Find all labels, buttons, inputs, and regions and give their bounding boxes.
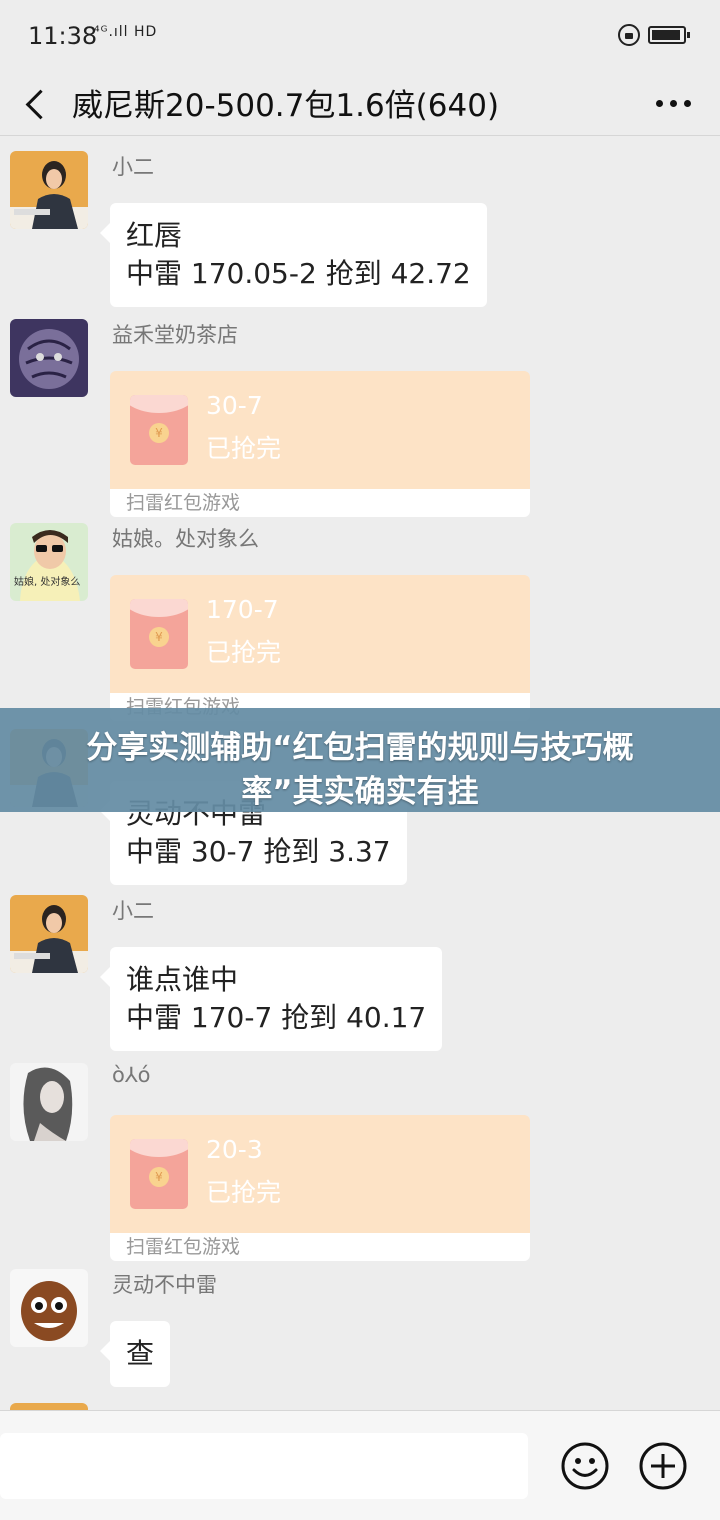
red-packet-amount: 30-7 <box>206 391 263 420</box>
sender-name: 姑娘。处对象么 <box>112 527 259 551</box>
avatar[interactable] <box>10 1403 88 1410</box>
headline-line: 率”其实确实有挂 <box>241 774 479 810</box>
red-packet-footer: 扫雷红包游戏 <box>110 1233 530 1261</box>
message-bubble[interactable]: 查 <box>99 1321 171 1387</box>
status-right <box>618 22 692 52</box>
avatar[interactable] <box>10 1269 88 1347</box>
more-icon[interactable] <box>654 82 694 122</box>
lock-rotation-icon <box>618 24 640 46</box>
sender-name: ò⅄ó <box>112 1063 151 1087</box>
status-time: 11:38 <box>28 22 98 50</box>
chat-title: 威尼斯20-500.7包1.6倍(640) <box>72 88 500 124</box>
yuan-coin-icon: ¥ <box>149 627 169 647</box>
sender-name: 小二 <box>112 899 154 923</box>
status-bar: 11:38 ⁴ᴳ.ıll HD <box>0 0 720 70</box>
back-arrow-icon[interactable] <box>20 80 60 126</box>
input-bar <box>0 1410 720 1520</box>
headline-line: 分享实测辅助“红包扫雷的规则与技巧概 <box>86 730 634 766</box>
red-packet-body: ¥ 170-7 已抢完 <box>110 575 530 693</box>
message-text: 查 <box>126 1337 155 1370</box>
avatar[interactable] <box>10 1063 88 1141</box>
red-packet-status: 已抢完 <box>206 1178 282 1207</box>
avatar[interactable] <box>10 319 88 397</box>
avatar[interactable]: 姑娘, 处对象么 <box>10 523 88 601</box>
red-packet-body: ¥ 20-3 已抢完 <box>110 1115 530 1233</box>
yuan-coin-icon: ¥ <box>149 1167 169 1187</box>
emoji-icon[interactable] <box>560 1441 610 1491</box>
sender-name: 小二 <box>112 155 154 179</box>
plus-icon[interactable] <box>638 1441 688 1491</box>
red-packet-card[interactable]: ¥ 20-3 已抢完 扫雷红包游戏 <box>110 1115 530 1261</box>
red-packet-icon: ¥ <box>130 395 188 465</box>
sender-name: 灵动不中雷 <box>112 1273 217 1297</box>
red-packet-amount: 170-7 <box>206 595 279 624</box>
message-bubble[interactable]: 红唇 中雷 170.05-2 抢到 42.72 <box>100 203 487 307</box>
avatar-caption: 姑娘, 处对象么 <box>14 575 80 588</box>
red-packet-status: 已抢完 <box>206 434 282 463</box>
red-packet-card[interactable]: ¥ 30-7 已抢完 扫雷红包游戏 <box>110 371 530 517</box>
message-text: 中雷 170.05-2 抢到 42.72 <box>126 257 471 290</box>
chat-header: 威尼斯20-500.7包1.6倍(640) <box>0 70 720 136</box>
red-packet-amount: 20-3 <box>206 1135 263 1164</box>
red-packet-status: 已抢完 <box>206 638 282 667</box>
yuan-coin-icon: ¥ <box>149 423 169 443</box>
red-packet-card[interactable]: ¥ 170-7 已抢完 扫雷红包游戏 <box>110 575 530 721</box>
avatar[interactable] <box>10 151 88 229</box>
red-packet-footer: 扫雷红包游戏 <box>110 489 530 517</box>
red-packet-icon: ¥ <box>130 1139 188 1209</box>
red-packet-icon: ¥ <box>130 599 188 669</box>
headline-banner: 分享实测辅助“红包扫雷的规则与技巧概 率”其实确实有挂 <box>0 708 720 812</box>
red-packet-body: ¥ 30-7 已抢完 <box>110 371 530 489</box>
message-text: 中雷 30-7 抢到 3.37 <box>126 835 391 868</box>
message-input[interactable] <box>0 1433 528 1499</box>
message-text: 谁点谁中 <box>126 963 239 996</box>
message-text: 中雷 170-7 抢到 40.17 <box>126 1001 427 1034</box>
message-bubble[interactable]: 谁点谁中 中雷 170-7 抢到 40.17 <box>99 947 443 1051</box>
sender-name: 益禾堂奶茶店 <box>112 323 238 347</box>
battery-icon <box>648 26 690 44</box>
message-text: 红唇 <box>126 219 183 252</box>
signal-icon: ⁴ᴳ.ıll HD <box>94 24 158 40</box>
avatar[interactable] <box>10 895 88 973</box>
